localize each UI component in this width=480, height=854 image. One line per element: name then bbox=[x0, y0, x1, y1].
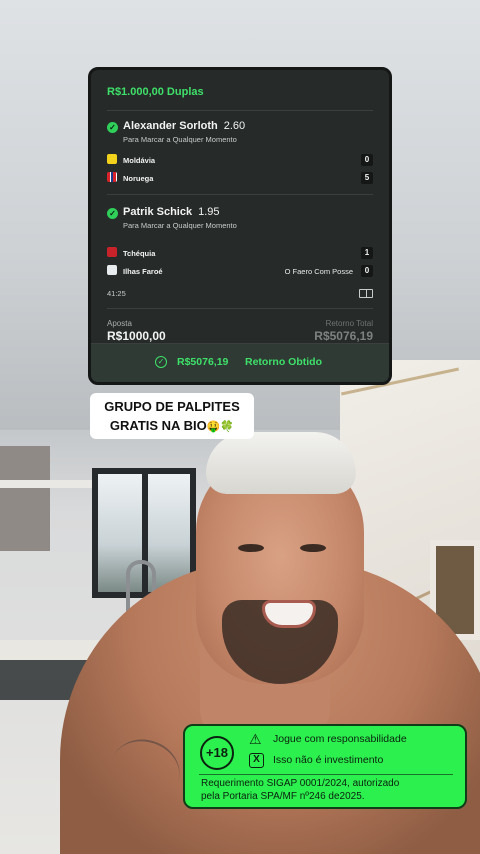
return-label: Retorno Total bbox=[325, 319, 373, 328]
divider bbox=[107, 110, 373, 111]
divider bbox=[107, 194, 373, 195]
player-name: Patrik Schick bbox=[123, 206, 193, 218]
badge-line-3: Requerimento SIGAP 0001/2024, autorizado bbox=[201, 778, 400, 789]
selection-market: Para Marcar a Qualquer Momento bbox=[123, 221, 237, 230]
pitch-icon[interactable] bbox=[359, 289, 373, 298]
match-status-note: O Faero Com Posse bbox=[284, 267, 353, 276]
team-name: Noruega bbox=[123, 174, 154, 183]
shirt-icon bbox=[107, 172, 117, 182]
person-hair bbox=[206, 432, 356, 494]
footer-return-label: Retorno Obtido bbox=[245, 356, 322, 368]
player-odds: 2.60 bbox=[223, 120, 246, 132]
selection-player: Alexander Sorloth 2.60 bbox=[123, 120, 245, 132]
shirt-icon bbox=[107, 154, 117, 164]
selection-player: Patrik Schick 1.95 bbox=[123, 206, 220, 218]
stake-value: R$1000,00 bbox=[107, 329, 166, 343]
team-name: Moldávia bbox=[123, 156, 156, 165]
shirt-icon bbox=[107, 265, 117, 275]
badge-divider bbox=[199, 774, 453, 775]
team-name: Tchéquia bbox=[123, 249, 156, 258]
return-value: R$5076,19 bbox=[314, 329, 373, 343]
money-clover-emoji: 🤑🍀 bbox=[206, 421, 235, 433]
check-circle-icon: ✓ bbox=[155, 356, 167, 368]
person-eye bbox=[300, 544, 326, 552]
caption-text: GRATIS NA BIO bbox=[109, 418, 207, 433]
bet-slip-card: R$1.000,00 Duplas ✓ Alexander Sorloth 2.6… bbox=[88, 67, 392, 385]
divider bbox=[107, 308, 373, 309]
warning-icon: ⚠ bbox=[249, 731, 262, 747]
team-score: 5 bbox=[361, 172, 373, 184]
shirt-icon bbox=[107, 247, 117, 257]
check-icon: ✓ bbox=[107, 122, 118, 133]
person-eye bbox=[238, 544, 264, 552]
team-name: Ilhas Faroé bbox=[123, 267, 163, 276]
team-score: 0 bbox=[361, 265, 373, 277]
caption-bubble: GRUPO DE PALPITES GRATIS NA BIO🤑🍀 bbox=[90, 393, 254, 439]
caption-line-1: GRUPO DE PALPITES bbox=[104, 399, 240, 414]
bet-title: R$1.000,00 Duplas bbox=[107, 86, 204, 98]
player-odds: 1.95 bbox=[198, 206, 220, 218]
player-name: Alexander Sorloth bbox=[123, 120, 218, 132]
badge-line-2: Isso não é investimento bbox=[273, 754, 384, 766]
team-score: 0 bbox=[361, 154, 373, 166]
responsible-gaming-badge: +18 ⚠ Jogue com responsabilidade X Isso … bbox=[183, 724, 467, 809]
badge-line-1: Jogue com responsabilidade bbox=[273, 733, 407, 745]
person-mouth bbox=[262, 600, 316, 628]
team-score: 1 bbox=[361, 247, 373, 259]
badge-line-4: pela Portaria SPA/MF nº246 de2025. bbox=[201, 791, 365, 802]
caption-line-2: GRATIS NA BIO🤑🍀 bbox=[90, 418, 254, 433]
match-time: 41:25 bbox=[107, 289, 126, 298]
age-18-icon: +18 bbox=[200, 736, 234, 770]
check-icon: ✓ bbox=[107, 208, 118, 219]
stake-label: Aposta bbox=[107, 319, 132, 328]
kitchen-cabinet bbox=[0, 446, 50, 551]
x-box-icon: X bbox=[249, 753, 264, 768]
return-footer[interactable]: ✓ R$5076,19 Retorno Obtido bbox=[91, 343, 389, 382]
selection-market: Para Marcar a Qualquer Momento bbox=[123, 135, 237, 144]
footer-return-value: R$5076,19 bbox=[177, 356, 229, 368]
